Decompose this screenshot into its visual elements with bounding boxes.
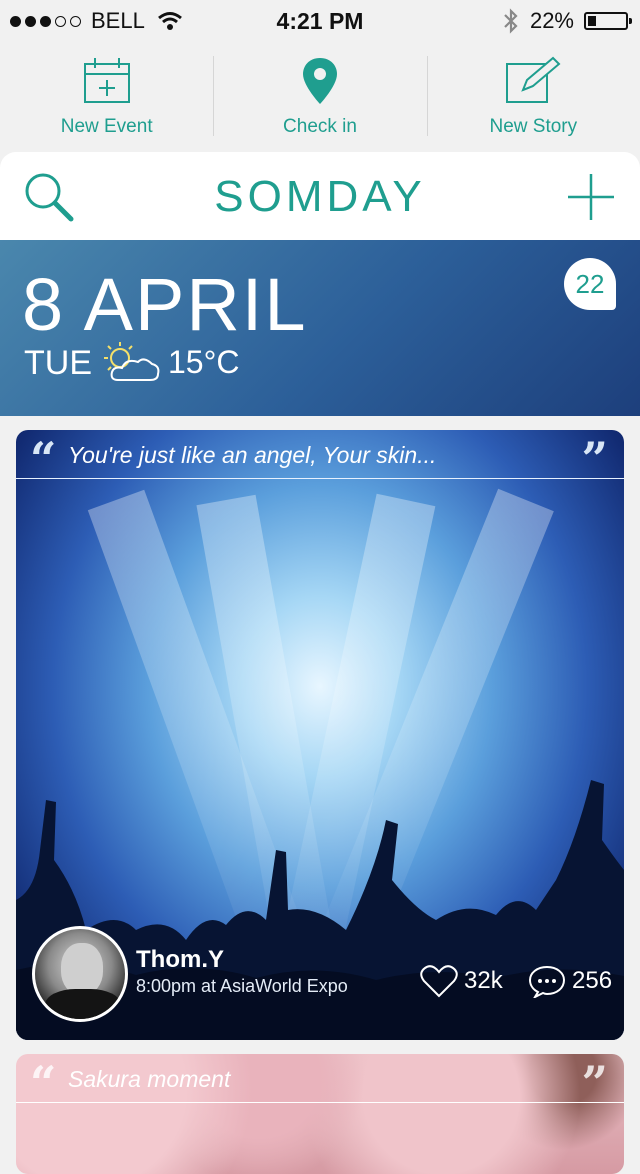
partly-sunny-icon xyxy=(104,342,160,381)
notification-badge[interactable]: 22 xyxy=(564,258,616,310)
app-header: SOMDAY xyxy=(0,152,640,240)
quick-actions-bar: New Event Check in New Story xyxy=(0,40,640,150)
quote-divider xyxy=(16,478,624,479)
like-button[interactable]: 32k xyxy=(420,964,503,998)
check-in-label: Check in xyxy=(283,116,357,137)
avatar[interactable] xyxy=(32,926,128,1022)
like-count: 32k xyxy=(464,967,503,994)
battery-fill xyxy=(588,16,596,26)
comment-button[interactable]: 256 xyxy=(528,964,612,998)
feed-card[interactable]: “ You're just like an angel, Your skin..… xyxy=(16,430,624,1040)
plus-icon xyxy=(568,174,614,220)
edit-note-icon xyxy=(506,56,561,103)
new-event-button[interactable]: New Event xyxy=(0,40,213,150)
quote-open-icon: “ xyxy=(30,432,57,486)
post-meta: 8:00pm at AsiaWorld Expo xyxy=(136,976,348,996)
add-button[interactable] xyxy=(566,172,616,227)
avatar-face xyxy=(61,943,103,995)
author-name[interactable]: Thom.Y xyxy=(136,946,224,974)
calendar-add-icon xyxy=(83,58,130,103)
battery-icon xyxy=(584,12,632,30)
quote-text: Sakura moment xyxy=(68,1066,231,1092)
new-event-label: New Event xyxy=(60,116,153,137)
temperature: 15°C xyxy=(168,344,240,380)
new-story-button[interactable]: New Story xyxy=(426,40,640,150)
date-banner: 8 APRIL TUE 15°C 22 xyxy=(0,240,640,416)
quote-bar: “ You're just like an angel, Your skin..… xyxy=(16,430,624,486)
status-bar: BELL 4:21 PM 22% xyxy=(0,0,640,40)
quote-text: You're just like an angel, Your skin... xyxy=(68,442,437,468)
comment-bubble-icon xyxy=(528,965,566,998)
location-pin-icon xyxy=(302,58,337,104)
avatar-body xyxy=(45,989,121,1019)
app-title: SOMDAY xyxy=(214,172,426,221)
date-heading: 8 APRIL xyxy=(22,263,308,346)
weekday: TUE xyxy=(24,344,92,382)
bluetooth-icon xyxy=(504,8,518,34)
check-in-button[interactable]: Check in xyxy=(213,40,426,150)
quote-close-icon: ” xyxy=(581,432,608,486)
new-story-label: New Story xyxy=(489,116,578,137)
comment-count: 256 xyxy=(572,967,613,994)
heart-icon xyxy=(420,965,458,998)
battery-percent: 22% xyxy=(529,8,574,33)
quote-open-icon: “ xyxy=(30,1056,57,1110)
quote-close-icon: ” xyxy=(581,1056,608,1110)
quote-divider xyxy=(16,1102,624,1103)
feed-card[interactable]: “ Sakura moment ” xyxy=(16,1054,624,1174)
